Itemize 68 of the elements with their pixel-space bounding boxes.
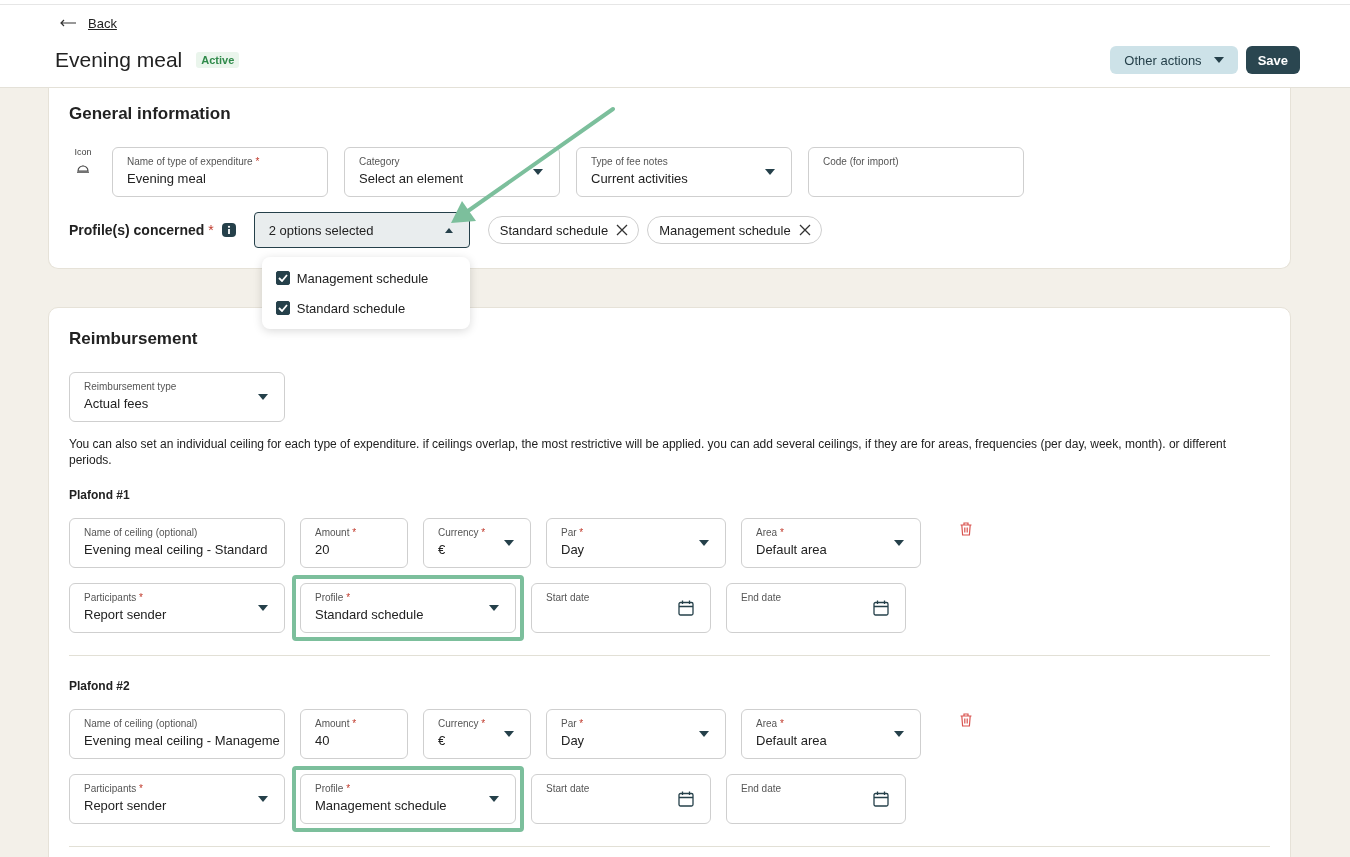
close-icon[interactable] (798, 224, 811, 236)
text-field[interactable]: Name of ceiling (optional) Evening meal ceiling - Standard (69, 518, 285, 568)
section-title: General information (69, 103, 232, 125)
caret-icon (504, 731, 514, 737)
ceiling-title: Plafond #1 (69, 487, 131, 502)
multiselect-dropdown[interactable]: 2 options selected (253, 212, 470, 248)
page-title: Evening meal (55, 48, 183, 72)
calendar-icon (873, 791, 889, 807)
back-link[interactable]: Back (88, 15, 117, 31)
date-field[interactable]: End date (726, 774, 906, 824)
cloche-icon[interactable] (76, 163, 90, 173)
dropdown-field[interactable]: Reimbursement type Actual fees (69, 372, 285, 422)
dropdown-field[interactable]: Participants * Report sender (69, 583, 285, 633)
caret-icon (258, 796, 268, 802)
caret-icon (533, 169, 543, 175)
caret-icon (489, 796, 499, 802)
section-title: Reimbursement (69, 328, 199, 350)
trash-icon[interactable] (960, 713, 972, 727)
caret-icon (894, 540, 904, 546)
close-icon[interactable] (616, 224, 629, 236)
date-field[interactable]: Start date (531, 774, 711, 824)
text-field[interactable]: Name of ceiling (optional) Evening meal ceiling - Manageme (69, 709, 285, 759)
text-field[interactable]: Name of type of expenditure * Evening meal (112, 147, 328, 197)
caret-icon (489, 605, 499, 611)
back-arrow-icon[interactable] (60, 19, 76, 27)
profile-chip: Management schedule (647, 216, 822, 244)
caret-icon (258, 394, 268, 400)
caret-icon (444, 227, 453, 233)
caret-icon (258, 605, 268, 611)
other-actions-button[interactable]: Other actions (1110, 46, 1238, 74)
calendar-icon (873, 600, 889, 616)
dropdown-field[interactable]: Area * Default area (741, 518, 921, 568)
icon-label: Icon (74, 147, 92, 157)
caret-icon (894, 731, 904, 737)
text-field[interactable]: Code (for import) (808, 147, 1024, 197)
checkbox[interactable] (275, 271, 290, 285)
date-field[interactable]: End date (726, 583, 906, 633)
checkbox[interactable] (275, 301, 290, 315)
dropdown-field[interactable]: Type of fee notes Current activities (576, 147, 792, 197)
dropdown-field[interactable]: Participants * Report sender (69, 774, 285, 824)
dropdown-field[interactable]: Currency * € (423, 709, 531, 759)
caret-icon (699, 731, 709, 737)
ceiling-title: Plafond #2 (69, 678, 131, 693)
dropdown-field[interactable]: Category Select an element (344, 147, 560, 197)
help-text: You can also set an individual ceiling for each type of expenditure. if ceilings overlap, the most restrictive will be applied. you can add several ceilings, if they are for areas, frequencies (per day, week, month). or different periods. (69, 436, 1228, 468)
dropdown-field[interactable]: Area * Default area (741, 709, 921, 759)
calendar-icon (678, 600, 694, 616)
dropdown-field[interactable]: Profile * Standard schedule (300, 583, 516, 633)
profile-chip: Standard schedule (487, 216, 640, 244)
dropdown-field[interactable]: Par * Day (546, 518, 726, 568)
text-field[interactable]: Amount * 20 (300, 518, 408, 568)
caret-icon (765, 169, 775, 175)
dropdown-field[interactable]: Par * Day (546, 709, 726, 759)
option-label[interactable]: Management schedule (296, 270, 429, 286)
field-label: Profile(s) concerned * (69, 222, 214, 238)
dropdown-field[interactable]: Profile * Management schedule (300, 774, 516, 824)
save-button[interactable]: Save (1245, 46, 1300, 74)
calendar-icon (678, 791, 694, 807)
dropdown-field[interactable]: Currency * € (423, 518, 531, 568)
info-icon[interactable] (221, 223, 236, 237)
option-label[interactable]: Standard schedule (296, 300, 406, 316)
trash-icon[interactable] (960, 522, 972, 536)
status-badge: Active (196, 52, 240, 68)
caret-icon (504, 540, 514, 546)
text-field[interactable]: Amount * 40 (300, 709, 408, 759)
date-field[interactable]: Start date (531, 583, 711, 633)
caret-icon (1213, 57, 1224, 63)
caret-icon (699, 540, 709, 546)
